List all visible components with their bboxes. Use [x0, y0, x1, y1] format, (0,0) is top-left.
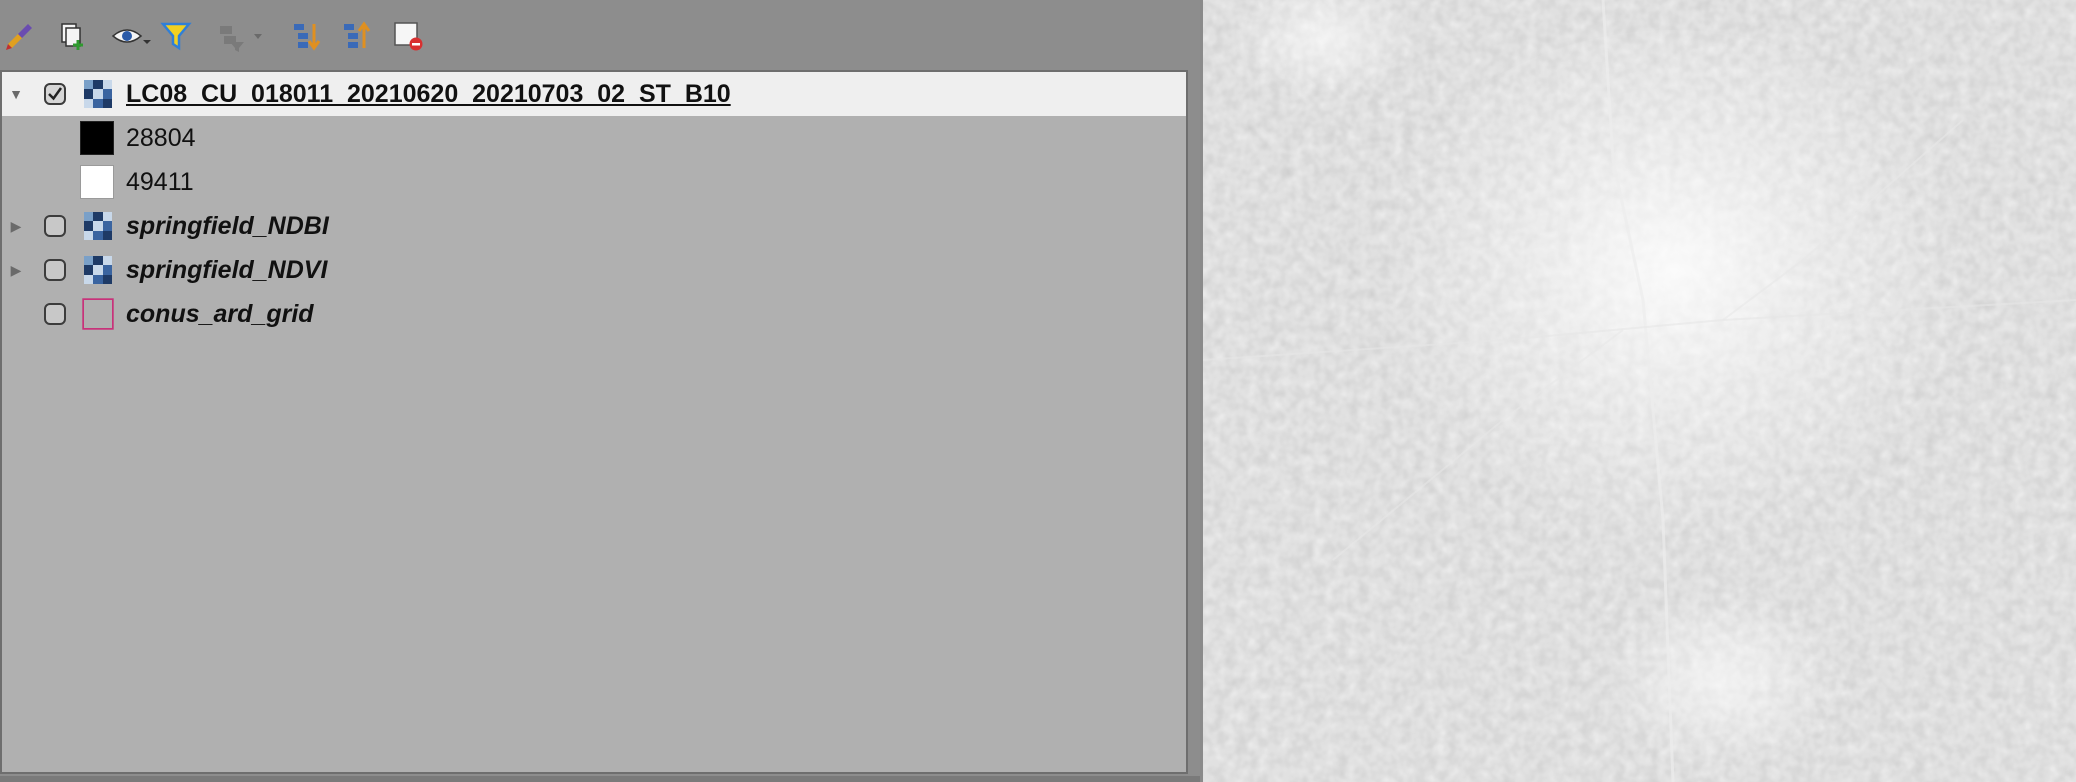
filter-legend-button[interactable]: [156, 16, 196, 56]
remove-layer-button[interactable]: [388, 16, 428, 56]
filter-expression-icon: [220, 26, 262, 52]
raster-layer-icon: [84, 256, 112, 284]
layer-row-conus-ard-grid[interactable]: conus_ard_grid: [2, 292, 1186, 336]
layer-name: conus_ard_grid: [126, 299, 314, 328]
panel-bottom-edge: [0, 776, 1200, 782]
legend-label: 28804: [126, 123, 196, 152]
layers-panel: ▼ LC08_CU_018011_20210620_20210703_02_ST…: [0, 0, 1200, 782]
layers-toolbar: [0, 0, 1200, 68]
remove-layer-icon: [394, 22, 423, 51]
expand-all-button[interactable]: [286, 16, 326, 56]
layer-name: springfield_NDVI: [126, 255, 328, 284]
legend-swatch-white: [80, 165, 114, 199]
collapse-all-icon: [344, 21, 371, 48]
checkmark-icon: [48, 87, 63, 101]
add-group-button[interactable]: [52, 16, 92, 56]
paintbrush-icon: [6, 24, 32, 50]
legend-item: 28804: [2, 116, 1186, 160]
raster-layer-icon: [84, 212, 112, 240]
style-manager-button[interactable]: [0, 16, 40, 56]
filter-icon: [160, 22, 192, 51]
add-group-icon: [61, 23, 83, 50]
expand-all-icon: [294, 24, 321, 51]
layer-row-ndvi[interactable]: ▶ springfield_NDVI: [2, 248, 1186, 292]
collapsed-arrow-icon[interactable]: ▶: [8, 262, 24, 278]
expand-arrow-icon[interactable]: ▼: [8, 86, 24, 102]
layer-visibility-checkbox[interactable]: [44, 83, 66, 105]
collapsed-arrow-icon[interactable]: ▶: [8, 218, 24, 234]
polygon-layer-icon: [82, 298, 114, 330]
eye-icon: [111, 29, 151, 44]
legend-item: 49411: [2, 160, 1186, 204]
layer-visibility-checkbox[interactable]: [44, 303, 66, 325]
layer-tree: ▼ LC08_CU_018011_20210620_20210703_02_ST…: [0, 70, 1188, 774]
layer-name: LC08_CU_018011_20210620_20210703_02_ST_B…: [126, 79, 731, 108]
layer-row-ndbi[interactable]: ▶ springfield_NDBI: [2, 204, 1186, 248]
visibility-button[interactable]: [106, 16, 156, 56]
layer-name: springfield_NDBI: [126, 211, 329, 240]
layer-row-lc08[interactable]: ▼ LC08_CU_018011_20210620_20210703_02_ST…: [2, 72, 1186, 116]
legend-label: 49411: [126, 167, 194, 196]
map-canvas[interactable]: [1203, 0, 2076, 782]
filter-expression-button[interactable]: [210, 16, 270, 56]
raster-map-image: [1203, 0, 2076, 782]
raster-layer-icon: [84, 80, 112, 108]
layer-visibility-checkbox[interactable]: [44, 215, 66, 237]
collapse-all-button[interactable]: [336, 16, 376, 56]
legend-swatch-black: [80, 121, 114, 155]
layer-visibility-checkbox[interactable]: [44, 259, 66, 281]
